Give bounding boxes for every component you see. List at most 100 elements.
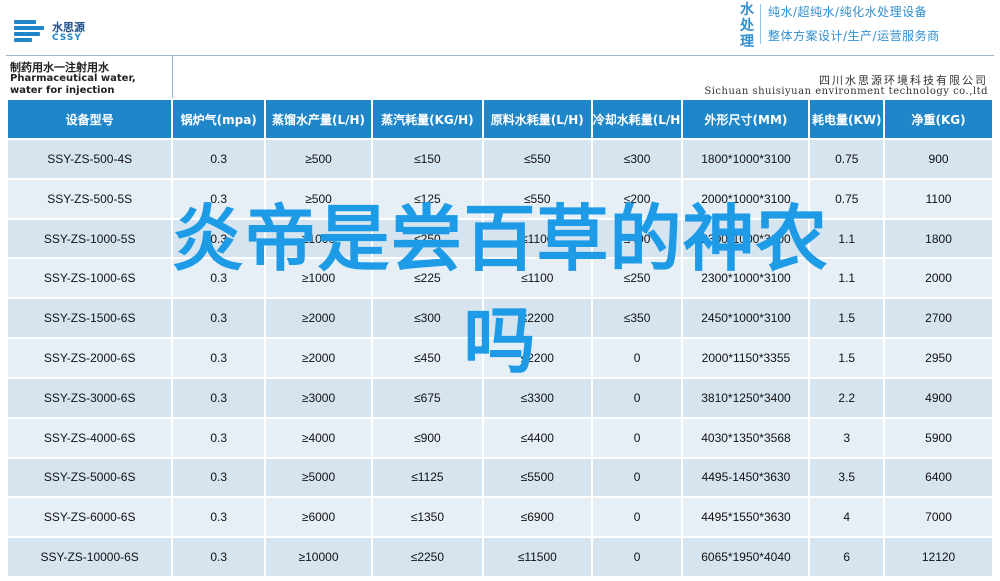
cell-raw-water: ≤11500: [483, 538, 591, 576]
cell-net-weight: 900: [885, 140, 992, 178]
cell-model: SSY-ZS-6000-6S: [8, 498, 172, 537]
cell-steam-consumption: ≤450: [372, 339, 482, 377]
table-row: SSY-ZS-1000-5S 0.3 ≥1000 ≤250 ≤1100 ≤400 2300*…: [8, 219, 992, 258]
cell-raw-water: ≤2200: [483, 339, 591, 377]
cell-steam-consumption: ≤2250: [372, 538, 482, 576]
brand-line-1: 纯水/超纯水/纯化水处理设备: [768, 5, 928, 19]
cell-model: SSY-ZS-5000-6S: [8, 458, 172, 497]
logo-mark-icon: [14, 18, 46, 46]
table-row: SSY-ZS-10000-6S 0.3 ≥10000 ≤2250 ≤11500 0 6065…: [8, 538, 992, 576]
table-body: SSY-ZS-500-4S 0.3 ≥500 ≤150 ≤550 ≤300 1800*100…: [8, 140, 992, 576]
cell-distilled-output: ≥2000: [266, 339, 371, 377]
cell-cooling-water: ≤300: [592, 140, 682, 178]
title-divider: [172, 56, 173, 98]
cell-model: SSY-ZS-2000-6S: [8, 339, 172, 377]
col-header-raw-water: 原料水耗量(L/H): [483, 100, 591, 138]
table-header-row: 设备型号 锅炉气(mpa) 蒸馏水产量(L/H) 蒸汽耗量(KG/H) 原料水耗…: [8, 100, 992, 138]
col-header-steam-consumption: 蒸汽耗量(KG/H): [372, 100, 482, 138]
title-block: 制药用水一注射用水 Pharmaceutical water, water fo…: [6, 55, 994, 99]
cell-boiler-pressure: 0.3: [173, 538, 265, 576]
col-header-dimensions: 外形尺寸(MM): [683, 100, 809, 138]
table-row: SSY-ZS-4000-6S 0.3 ≥4000 ≤900 ≤4400 0 4030*135…: [8, 418, 992, 457]
cell-cooling-water: ≤400: [592, 219, 682, 258]
table-row: SSY-ZS-2000-6S 0.3 ≥2000 ≤450 ≤2200 0 2000*115…: [8, 339, 992, 377]
cell-dimensions: 4030*1350*3568: [683, 418, 809, 457]
cell-dimensions: 2000*1000*3100: [683, 179, 809, 218]
cell-model: SSY-ZS-4000-6S: [8, 418, 172, 457]
cell-distilled-output: ≥5000: [266, 458, 371, 497]
cell-distilled-output: ≥4000: [266, 418, 371, 457]
spec-table: 设备型号 锅炉气(mpa) 蒸馏水产量(L/H) 蒸汽耗量(KG/H) 原料水耗…: [6, 98, 994, 578]
table-row: SSY-ZS-500-4S 0.3 ≥500 ≤150 ≤550 ≤300 1800*100…: [8, 140, 992, 178]
cell-raw-water: ≤1100: [483, 259, 591, 298]
cell-distilled-output: ≥6000: [266, 498, 371, 537]
cell-boiler-pressure: 0.3: [173, 219, 265, 258]
cell-distilled-output: ≥1000: [266, 259, 371, 298]
cell-cooling-water: 0: [592, 339, 682, 377]
cell-net-weight: 2700: [885, 299, 992, 338]
cell-net-weight: 5900: [885, 418, 992, 457]
cell-net-weight: 12120: [885, 538, 992, 576]
cell-net-weight: 2950: [885, 339, 992, 377]
cell-distilled-output: ≥2000: [266, 299, 371, 338]
cell-boiler-pressure: 0.3: [173, 140, 265, 178]
cell-boiler-pressure: 0.3: [173, 339, 265, 377]
cell-model: SSY-ZS-10000-6S: [8, 538, 172, 576]
cell-dimensions: 2450*1000*3100: [683, 299, 809, 338]
cell-boiler-pressure: 0.3: [173, 259, 265, 298]
cell-power: 0.75: [810, 140, 884, 178]
cell-raw-water: ≤1100: [483, 219, 591, 258]
col-header-distilled-output: 蒸馏水产量(L/H): [266, 100, 371, 138]
cell-net-weight: 1100: [885, 179, 992, 218]
cell-raw-water: ≤2200: [483, 299, 591, 338]
cell-steam-consumption: ≤250: [372, 219, 482, 258]
cell-cooling-water: 0: [592, 458, 682, 497]
cell-model: SSY-ZS-1000-6S: [8, 259, 172, 298]
cell-cooling-water: 0: [592, 378, 682, 417]
cell-power: 0.75: [810, 179, 884, 218]
cell-power: 2.2: [810, 378, 884, 417]
cell-raw-water: ≤6900: [483, 498, 591, 537]
cell-distilled-output: ≥500: [266, 179, 371, 218]
cell-power: 1.5: [810, 339, 884, 377]
table-row: SSY-ZS-6000-6S 0.3 ≥6000 ≤1350 ≤6900 0 4495*15…: [8, 498, 992, 537]
cell-power: 1.5: [810, 299, 884, 338]
cell-raw-water: ≤550: [483, 179, 591, 218]
cell-dimensions: 4495*1550*3630: [683, 498, 809, 537]
table-row: SSY-ZS-500-5S 0.3 ≥500 ≤125 ≤550 ≤200 2000*100…: [8, 179, 992, 218]
cell-net-weight: 7000: [885, 498, 992, 537]
cell-cooling-water: 0: [592, 498, 682, 537]
cell-power: 4: [810, 498, 884, 537]
cell-raw-water: ≤550: [483, 140, 591, 178]
table-row: SSY-ZS-1000-6S 0.3 ≥1000 ≤225 ≤1100 ≤250 2300*…: [8, 259, 992, 298]
col-header-cooling-water: 冷却水耗量(L/H): [592, 100, 682, 138]
cell-model: SSY-ZS-1500-6S: [8, 299, 172, 338]
cell-net-weight: 6400: [885, 458, 992, 497]
cell-net-weight: 2000: [885, 259, 992, 298]
table-row: SSY-ZS-3000-6S 0.3 ≥3000 ≤675 ≤3300 0 3810*125…: [8, 378, 992, 417]
cell-cooling-water: 0: [592, 538, 682, 576]
cell-dimensions: 6065*1950*4040: [683, 538, 809, 576]
table-row: SSY-ZS-1500-6S 0.3 ≥2000 ≤300 ≤2200 ≤350 2450*…: [8, 299, 992, 338]
cell-steam-consumption: ≤225: [372, 259, 482, 298]
col-header-model: 设备型号: [8, 100, 172, 138]
cell-boiler-pressure: 0.3: [173, 299, 265, 338]
cell-dimensions: 1800*1000*3100: [683, 140, 809, 178]
cell-power: 1.1: [810, 259, 884, 298]
cell-dimensions: 3810*1250*3400: [683, 378, 809, 417]
cell-dimensions: 2300*1000*3100: [683, 259, 809, 298]
cell-distilled-output: ≥500: [266, 140, 371, 178]
cell-raw-water: ≤4400: [483, 418, 591, 457]
cell-cooling-water: 0: [592, 418, 682, 457]
cell-raw-water: ≤5500: [483, 458, 591, 497]
cell-cooling-water: ≤200: [592, 179, 682, 218]
cell-boiler-pressure: 0.3: [173, 179, 265, 218]
brand-vertical-label: 水处理: [740, 2, 754, 50]
col-header-net-weight: 净重(KG): [885, 100, 992, 138]
cell-distilled-output: ≥3000: [266, 378, 371, 417]
cell-steam-consumption: ≤125: [372, 179, 482, 218]
cell-steam-consumption: ≤300: [372, 299, 482, 338]
cell-boiler-pressure: 0.3: [173, 458, 265, 497]
cell-raw-water: ≤3300: [483, 378, 591, 417]
cell-dimensions: 4495-1450*3630: [683, 458, 809, 497]
